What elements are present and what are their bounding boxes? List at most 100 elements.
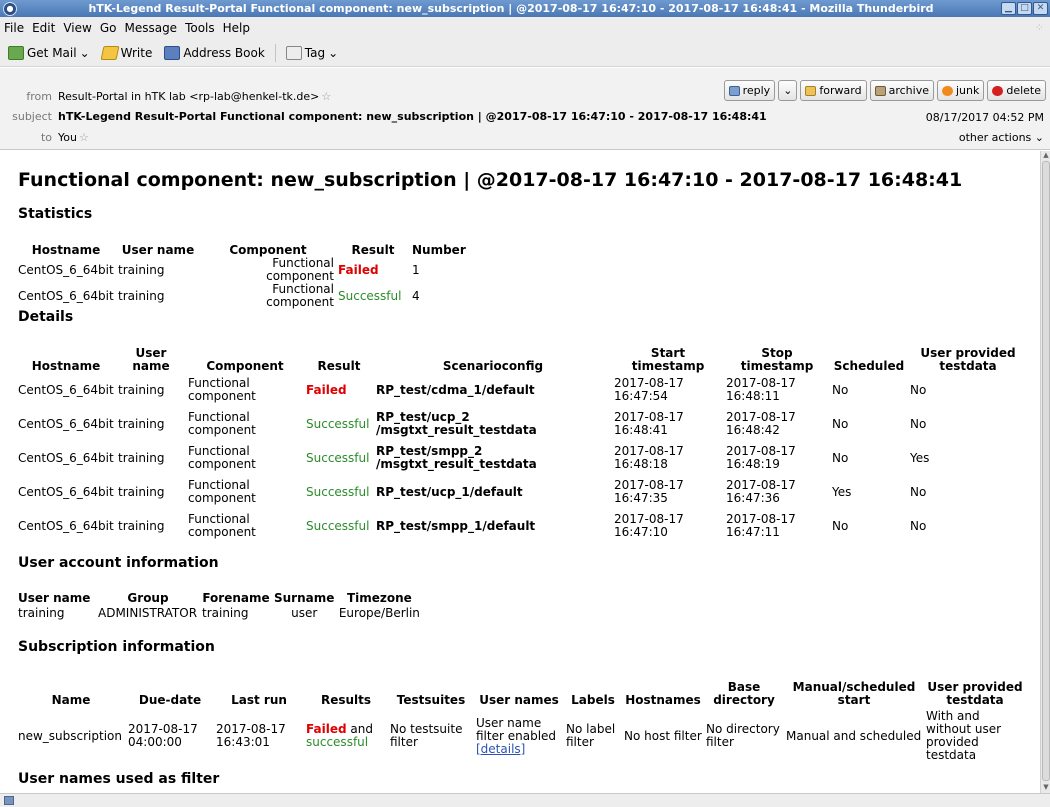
table-header-row: Hostname User name Component Result Scen… [16, 343, 1028, 373]
table-cell: 2017-08-17 16:48:18 [614, 444, 684, 471]
scrollbar-thumb[interactable] [1042, 161, 1050, 781]
table-cell: training [118, 382, 165, 397]
table-cell: training [118, 288, 165, 303]
reply-options-button[interactable]: ⌄ [778, 80, 798, 101]
details-link[interactable]: [details] [476, 742, 525, 756]
delete-button[interactable]: delete [987, 80, 1046, 101]
table-cell: No [910, 484, 927, 499]
from-value[interactable]: Result-Portal in hTK lab <rp-lab@henkel-… [58, 90, 319, 103]
user-names-filter-heading: User names used as filter [18, 771, 220, 787]
hostnames-cell: No host filter [624, 728, 702, 743]
table-cell: Yes [832, 484, 852, 499]
scenario-cell: RP_test/smpp_1/default [376, 518, 536, 533]
window-titlebar: ● hTK-Legend Result-Portal Functional co… [0, 0, 1050, 17]
table-cell: Functional component [188, 444, 256, 471]
table-cell: 2017-08-17 16:47:11 [726, 512, 796, 539]
tag-button[interactable]: Tag ⌄ [282, 44, 342, 62]
table-cell: 2017-08-17 16:47:35 [614, 478, 684, 505]
chevron-down-icon: ⌄ [328, 45, 339, 60]
table-cell: No [910, 518, 927, 533]
table-header-row: Hostname User name Component Result Numb… [16, 241, 468, 257]
menu-help[interactable]: Help [223, 21, 250, 35]
column-header: Scheduled [833, 359, 905, 373]
throbber-icon: ⁘ [1034, 21, 1044, 34]
table-cell: training [202, 606, 249, 620]
details-table: Hostname User name Component Result Scen… [16, 343, 1028, 543]
scroll-up-icon[interactable]: ▲ [1041, 151, 1050, 161]
column-header: Name [51, 693, 91, 707]
column-header: User name [132, 346, 170, 373]
reply-button[interactable]: reply [723, 80, 776, 101]
column-header: User provided testdata [927, 680, 1023, 707]
address-book-button[interactable]: Address Book [160, 44, 268, 62]
table-cell: CentOS_6_64bit [18, 416, 114, 431]
chevron-down-icon[interactable]: ⌄ [80, 46, 90, 60]
to-row: to You ☆ [0, 131, 89, 144]
details-heading: Details [18, 309, 74, 325]
online-status-icon[interactable] [4, 796, 14, 805]
main-toolbar: Get Mail ⌄ Write Address Book Tag ⌄ [0, 39, 1050, 67]
table-cell: training [118, 484, 165, 499]
menu-tools[interactable]: Tools [185, 21, 215, 35]
table-cell: 2017-08-17 16:48:41 [614, 410, 684, 437]
maximize-button[interactable]: □ [1017, 2, 1032, 15]
column-header: Last run [231, 693, 287, 707]
table-cell: No [832, 518, 849, 533]
junk-button[interactable]: junk [936, 80, 985, 101]
other-actions-button[interactable]: other actions ⌄ [959, 131, 1044, 144]
forward-label: forward [819, 84, 862, 97]
table-cell: training [118, 416, 165, 431]
table-row: CentOS_6_64bit training Functional compo… [16, 373, 1028, 407]
minimize-button[interactable]: ▁ [1001, 2, 1016, 15]
to-value[interactable]: You [58, 131, 77, 144]
column-header: Labels [571, 693, 615, 707]
user-account-heading: User account information [18, 555, 219, 571]
subject-label: subject [12, 110, 52, 123]
star-icon[interactable]: ☆ [321, 90, 331, 103]
table-cell: Functional component [188, 410, 256, 437]
column-header: Forename [202, 591, 270, 605]
table-cell: 2017-08-17 16:47:10 [614, 512, 684, 539]
subject-value: hTK-Legend Result-Portal Functional comp… [58, 110, 767, 123]
scenario-cell: RP_test/ucp_2 /msgtxt_result_testdata [376, 410, 537, 437]
result-badge: Successful [306, 450, 370, 465]
menu-edit[interactable]: Edit [32, 21, 55, 35]
get-mail-button[interactable]: Get Mail ⌄ [4, 44, 94, 62]
table-cell: CentOS_6_64bit [18, 518, 114, 533]
menu-file[interactable]: File [4, 21, 24, 35]
get-mail-icon [8, 45, 24, 60]
to-label: to [40, 131, 52, 144]
thunderbird-icon: ● [3, 1, 17, 16]
delete-label: delete [1006, 84, 1041, 97]
table-cell: training [118, 518, 165, 533]
column-header: Testsuites [396, 693, 466, 707]
column-header: Component [206, 359, 284, 373]
result-badge: Successful [306, 416, 370, 431]
menu-view[interactable]: View [63, 21, 91, 35]
table-row: CentOS_6_64bit training Functional compo… [16, 257, 468, 283]
chevron-down-icon: ⌄ [1034, 131, 1044, 144]
vertical-scrollbar[interactable]: ▲ ▼ [1040, 151, 1050, 793]
page-title: Functional component: new_subscription |… [18, 169, 963, 191]
forward-button[interactable]: forward [800, 80, 867, 101]
close-window-button[interactable]: ✕ [1033, 2, 1048, 15]
write-label: Write [120, 45, 153, 60]
table-cell: No [910, 382, 927, 397]
table-cell: No [910, 416, 927, 431]
scroll-down-icon[interactable]: ▼ [1041, 783, 1050, 793]
menu-message[interactable]: Message [124, 21, 177, 35]
result-successful: successful [306, 735, 369, 749]
write-button[interactable]: Write [98, 44, 157, 62]
column-header: User name [18, 591, 91, 605]
table-cell: Functional component [188, 478, 256, 505]
table-cell: 4 [412, 288, 420, 303]
archive-button[interactable]: archive [869, 80, 934, 101]
table-cell: ADMINISTRATOR [98, 606, 198, 620]
star-icon[interactable]: ☆ [79, 131, 89, 144]
table-cell: CentOS_6_64bit [18, 382, 114, 397]
column-header: Result [317, 359, 361, 373]
menu-go[interactable]: Go [100, 21, 117, 35]
header-actions: reply ⌄ forward archive junk delete [723, 80, 1046, 101]
delete-icon [992, 85, 1004, 96]
result-badge: Successful [306, 518, 370, 533]
